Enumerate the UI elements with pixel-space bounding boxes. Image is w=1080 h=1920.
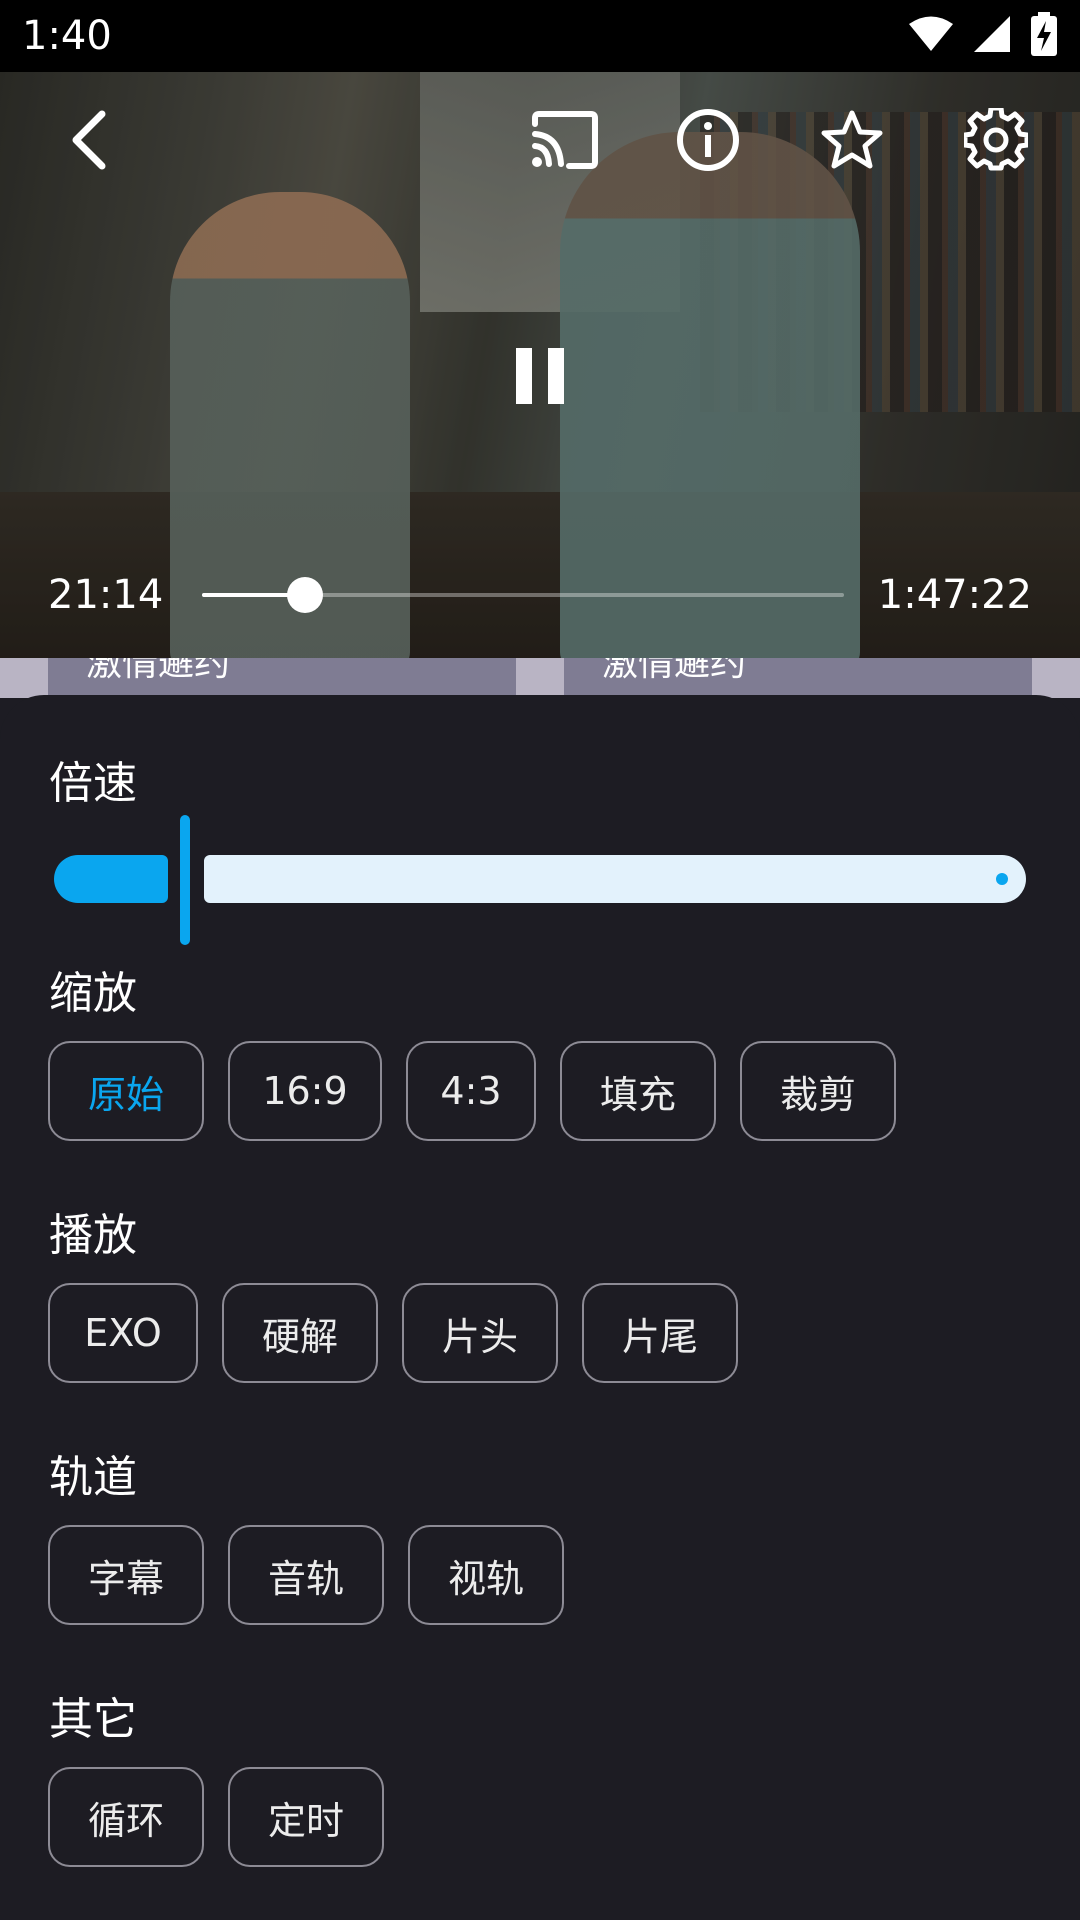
video-player[interactable]: 21:14 1:47:22 — [0, 72, 1080, 658]
speed-slider-active-track — [54, 855, 168, 903]
other-section-title: 其它 — [49, 1694, 137, 1745]
list-item-title: 激情邂约 — [86, 658, 231, 684]
zoom-option-4-3[interactable]: 4:3 — [406, 1041, 536, 1141]
playback-options: EXO 硬解 片头 片尾 — [48, 1283, 738, 1383]
zoom-option-16-9[interactable]: 16:9 — [228, 1041, 382, 1141]
cast-icon[interactable] — [524, 104, 604, 176]
speed-slider-inactive-track — [204, 855, 1026, 903]
track-option-audio[interactable]: 音轨 — [228, 1525, 384, 1625]
playback-section-title: 播放 — [49, 1210, 137, 1261]
battery-charging-icon — [1030, 12, 1058, 60]
other-option-loop[interactable]: 循环 — [48, 1767, 204, 1867]
zoom-option-fill[interactable]: 填充 — [560, 1041, 716, 1141]
status-icons — [908, 12, 1058, 60]
tracks-options: 字幕 音轨 视轨 — [48, 1525, 564, 1625]
other-option-timer[interactable]: 定时 — [228, 1767, 384, 1867]
seek-bar-thumb[interactable] — [287, 577, 323, 613]
status-bar: 1:40 — [0, 0, 1080, 72]
wifi-icon — [908, 15, 954, 57]
playback-option-outro[interactable]: 片尾 — [582, 1283, 738, 1383]
playback-option-hw-decode[interactable]: 硬解 — [222, 1283, 378, 1383]
playback-option-exo[interactable]: EXO — [48, 1283, 198, 1383]
track-option-subtitles[interactable]: 字幕 — [48, 1525, 204, 1625]
zoom-options: 原始 16:9 4:3 填充 裁剪 — [48, 1041, 896, 1141]
background-list: 激情邂约 激情邂约 — [0, 658, 1080, 698]
track-option-video[interactable]: 视轨 — [408, 1525, 564, 1625]
info-icon[interactable] — [670, 104, 746, 176]
star-icon[interactable] — [814, 104, 890, 176]
speed-section-title: 倍速 — [49, 758, 137, 809]
back-icon[interactable] — [52, 104, 124, 176]
settings-icon[interactable] — [958, 104, 1034, 176]
player-settings-sheet: 倍速 缩放 原始 16:9 4:3 填充 裁剪 播放 EXO 硬解 片头 片尾 … — [0, 695, 1080, 1920]
list-item-title: 激情邂约 — [602, 658, 747, 684]
playback-option-intro[interactable]: 片头 — [402, 1283, 558, 1383]
total-time: 1:47:22 — [877, 572, 1032, 618]
zoom-option-original[interactable]: 原始 — [48, 1041, 204, 1141]
speed-slider[interactable] — [54, 815, 1026, 955]
pause-icon — [512, 346, 568, 406]
seek-row: 21:14 1:47:22 — [0, 560, 1080, 630]
other-options: 循环 定时 — [48, 1767, 384, 1867]
zoom-option-crop[interactable]: 裁剪 — [740, 1041, 896, 1141]
status-time: 1:40 — [22, 13, 112, 59]
player-top-bar — [0, 72, 1080, 212]
current-time: 21:14 — [48, 572, 164, 618]
list-item[interactable]: 激情邂约 — [564, 658, 1032, 698]
list-item[interactable]: 激情邂约 — [48, 658, 516, 698]
speed-slider-stop-indicator — [996, 873, 1008, 885]
zoom-section-title: 缩放 — [49, 968, 137, 1019]
signal-icon — [972, 14, 1012, 58]
speed-slider-handle[interactable] — [180, 815, 190, 945]
pause-button[interactable] — [488, 324, 592, 428]
tracks-section-title: 轨道 — [49, 1452, 137, 1503]
seek-bar[interactable] — [202, 577, 844, 613]
